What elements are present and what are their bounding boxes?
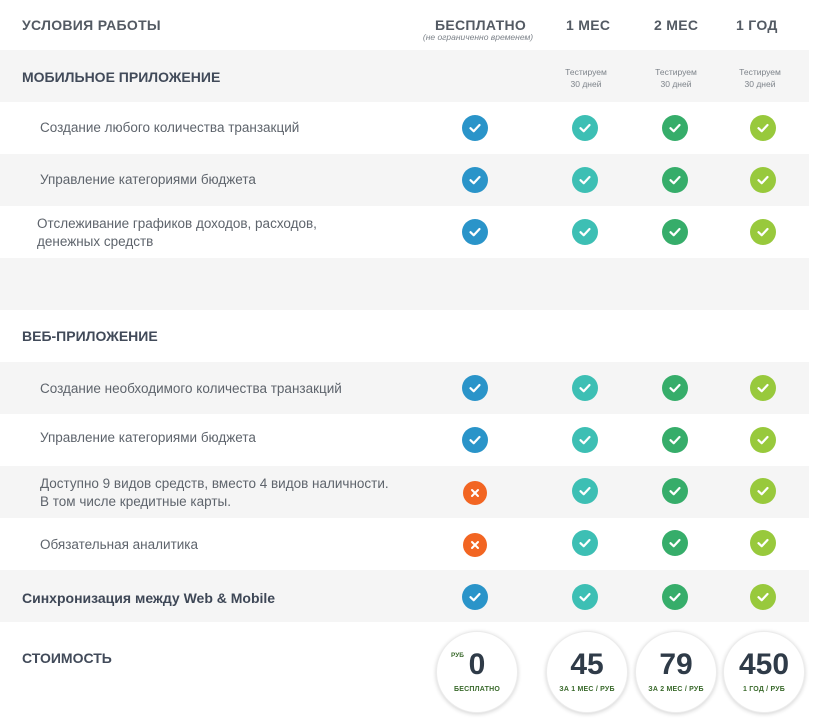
check-icon: [462, 219, 488, 245]
check-icon: [462, 427, 488, 453]
check-icon: [572, 219, 598, 245]
close-icon: [463, 533, 487, 557]
feature-label: Отслеживание графиков доходов, расходов,…: [37, 216, 317, 249]
check-icon: [462, 167, 488, 193]
check-icon: [750, 115, 776, 141]
check-icon: [462, 115, 488, 141]
sync-label: Синхронизация между Web & Mobile: [22, 590, 276, 606]
check-icon: [662, 530, 688, 556]
plan-2m-label: 2 МЕС: [654, 17, 699, 33]
check-icon: [572, 584, 598, 610]
price-caption: ЗА 2 МЕС / РУБ: [648, 686, 704, 693]
check-icon: [572, 427, 598, 453]
price-caption: БЕСПЛАТНО: [454, 686, 500, 693]
spacer-row: [0, 258, 809, 310]
check-icon: [750, 584, 776, 610]
feature-label: Обязательная аналитика: [40, 537, 198, 552]
check-icon: [750, 167, 776, 193]
check-icon: [662, 375, 688, 401]
plan-1m-test-note: Тестируем 30 дней: [565, 67, 607, 89]
check-icon: [662, 584, 688, 610]
price-1y-badge[interactable]: 450 1 ГОД / РУБ: [723, 631, 805, 713]
price-caption: 1 ГОД / РУБ: [742, 686, 786, 693]
check-icon: [662, 478, 688, 504]
plan-free-note: (не ограниченно временем): [422, 32, 534, 42]
cost-title: СТОИМОСТЬ: [22, 650, 112, 666]
price-value: 450: [738, 648, 790, 681]
web-section-title: ВЕБ-ПРИЛОЖЕНИЕ: [22, 328, 158, 344]
check-icon: [462, 375, 488, 401]
check-icon: [750, 478, 776, 504]
feature-label: Доступно 9 видов средств, вместо 4 видов…: [40, 476, 389, 509]
check-icon: [572, 115, 598, 141]
check-icon: [572, 478, 598, 504]
check-icon: [572, 530, 598, 556]
check-icon: [750, 219, 776, 245]
price-value: 0: [468, 648, 486, 681]
check-icon: [572, 375, 598, 401]
feature-label: Управление категориями бюджета: [40, 172, 256, 187]
price-1m-badge[interactable]: 45 ЗА 1 МЕС / РУБ: [546, 631, 628, 713]
price-value: 79: [659, 648, 693, 681]
price-value: 45: [570, 648, 604, 681]
plan-1m-label: 1 МЕС: [566, 17, 611, 33]
check-icon: [572, 167, 598, 193]
plan-1y-label: 1 ГОД: [736, 17, 778, 33]
mobile-section-title: МОБИЛЬНОЕ ПРИЛОЖЕНИЕ: [22, 69, 221, 85]
price-caption: ЗА 1 МЕС / РУБ: [559, 686, 615, 693]
feature-label: Создание любого количества транзакций: [40, 120, 300, 135]
close-icon: [463, 481, 487, 505]
check-icon: [662, 167, 688, 193]
price-free-badge[interactable]: РУБ 0 БЕСПЛАТНО: [436, 631, 518, 713]
plan-1y-test-note: Тестируем 30 дней: [739, 67, 781, 89]
check-icon: [662, 115, 688, 141]
check-icon: [662, 219, 688, 245]
feature-label: Управление категориями бюджета: [40, 430, 256, 445]
check-icon: [750, 530, 776, 556]
plan-free-label: БЕСПЛАТНО: [435, 17, 527, 33]
feature-label: Создание необходимого количества транзак…: [40, 381, 342, 396]
page-title: УСЛОВИЯ РАБОТЫ: [22, 17, 161, 33]
check-icon: [750, 375, 776, 401]
plan-2m-test-note: Тестируем 30 дней: [655, 67, 697, 89]
check-icon: [750, 427, 776, 453]
price-2m-badge[interactable]: 79 ЗА 2 МЕС / РУБ: [635, 631, 717, 713]
check-icon: [462, 584, 488, 610]
check-icon: [662, 427, 688, 453]
